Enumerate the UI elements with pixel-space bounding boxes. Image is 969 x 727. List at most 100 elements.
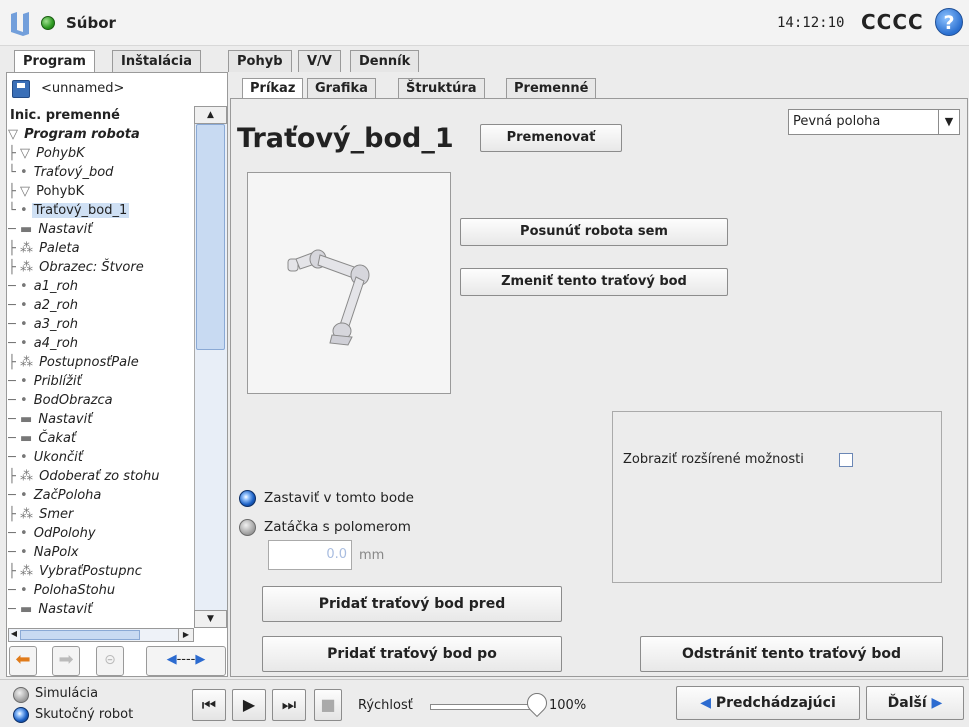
- scroll-right-icon[interactable]: ▶: [178, 628, 194, 642]
- next-button[interactable]: Ďalší ▶: [866, 686, 964, 720]
- tree-item[interactable]: ─ • NaPolx: [8, 544, 81, 562]
- tree-item[interactable]: ├ ⁂ Paleta: [8, 240, 82, 258]
- tree-item-label: Program robota: [24, 127, 140, 142]
- stop-icon[interactable]: ■: [314, 689, 342, 721]
- suppress-icon[interactable]: ⊝: [96, 646, 124, 676]
- scroll-left-icon[interactable]: ◀: [8, 628, 20, 642]
- change-waypoint-button[interactable]: Zmeniť tento traťový bod: [460, 268, 728, 296]
- tree-item-label: VybraťPostupnc: [39, 564, 142, 579]
- robot-name: CCCC: [861, 10, 924, 34]
- tree-item-label: PolohaStohu: [33, 583, 116, 598]
- tab-io[interactable]: V/V: [298, 50, 341, 72]
- tab-variables[interactable]: Premenné: [506, 78, 597, 99]
- move-robot-here-button[interactable]: Posunúť robota sem: [460, 218, 728, 246]
- tree-item-label: a2_roh: [33, 298, 79, 313]
- advanced-options-box: [612, 411, 942, 583]
- step-icon[interactable]: ⏭: [272, 689, 306, 721]
- tab-program[interactable]: Program: [14, 50, 95, 73]
- tree-item[interactable]: ─ ▬ Čakať: [8, 430, 78, 448]
- previous-button[interactable]: ◀ Predchádzajúci: [676, 686, 860, 720]
- tree-connector: ├ ▽: [8, 146, 35, 161]
- tree-item[interactable]: ├ ▽ PohybK: [8, 145, 87, 163]
- tree-item[interactable]: └ • Traťový_bod: [8, 164, 115, 182]
- program-name: <unnamed>: [41, 81, 125, 96]
- tree-item-label: PostupnosťPale: [39, 355, 139, 370]
- tab-graphics[interactable]: Grafika: [307, 78, 376, 99]
- tree-connector: └ •: [8, 165, 32, 180]
- robot-status-icon[interactable]: [41, 16, 55, 30]
- tree-item[interactable]: ─ • Priblížiť: [8, 373, 84, 391]
- tree-connector: ─ •: [8, 545, 32, 560]
- tree-item[interactable]: ─ ▬ Nastaviť: [8, 221, 94, 239]
- rename-button[interactable]: Premenovať: [480, 124, 622, 152]
- tree-item-label: Obrazec: Štvore: [39, 260, 144, 275]
- add-waypoint-after-button[interactable]: Pridať traťový bod po: [262, 636, 562, 672]
- help-icon[interactable]: ?: [935, 8, 963, 36]
- speed-slider[interactable]: [430, 704, 530, 710]
- position-type-select[interactable]: Pevná poloha: [788, 109, 960, 135]
- undo-icon[interactable]: ⬅: [9, 646, 37, 676]
- tree-connector: ─ ▬: [8, 412, 37, 427]
- skip-back-icon[interactable]: ⏮: [192, 689, 226, 721]
- scroll-down-icon[interactable]: ▼: [194, 610, 227, 628]
- tree-item-label: Nastaviť: [38, 412, 93, 427]
- tree-item[interactable]: ├ ⁂ Obrazec: Štvore: [8, 259, 146, 277]
- tree-item[interactable]: ─ ▬ Nastaviť: [8, 601, 94, 619]
- tree-item[interactable]: Inic. premenné: [8, 107, 122, 125]
- tab-structure[interactable]: Štruktúra: [398, 78, 485, 99]
- tree-item[interactable]: ├ ⁂ Smer: [8, 506, 75, 524]
- tree-hscroll-thumb[interactable]: [20, 630, 140, 640]
- real-robot-label: Skutočný robot: [35, 707, 134, 722]
- chevron-down-icon[interactable]: ▼: [938, 110, 959, 134]
- save-icon[interactable]: [12, 80, 30, 98]
- stop-at-point-radio[interactable]: [239, 490, 256, 507]
- tree-item-label: Priblížiť: [33, 374, 82, 389]
- blend-radius-radio[interactable]: [239, 519, 256, 536]
- blend-radius-input[interactable]: 0.0: [268, 540, 352, 570]
- ur-logo: [11, 12, 29, 36]
- play-icon[interactable]: ▶: [232, 689, 266, 721]
- tree-item-label: PohybK: [36, 146, 85, 161]
- tree-item[interactable]: ─ • a4_roh: [8, 335, 80, 353]
- speed-value: 100%: [549, 698, 587, 713]
- redo-icon[interactable]: ➡: [52, 646, 80, 676]
- tree-item[interactable]: ─ ▬ Nastaviť: [8, 411, 94, 429]
- tab-move[interactable]: Pohyb: [228, 50, 292, 72]
- tab-command[interactable]: Príkaz: [242, 78, 304, 99]
- tree-item[interactable]: ├ ⁂ VybraťPostupnc: [8, 563, 144, 581]
- scroll-up-icon[interactable]: ▲: [194, 106, 227, 124]
- tree-connector: ─ ▬: [8, 431, 37, 446]
- tree-item[interactable]: ▽ Program robota: [8, 126, 142, 144]
- tree-item[interactable]: ─ • a3_roh: [8, 316, 80, 334]
- real-robot-radio[interactable]: [13, 707, 29, 723]
- simulation-radio[interactable]: [13, 687, 29, 703]
- tree-item[interactable]: ├ ▽ PohybK: [8, 183, 86, 201]
- tree-item[interactable]: ├ ⁂ Odoberať zo stohu: [8, 468, 162, 486]
- tree-item[interactable]: ├ ⁂ PostupnosťPale: [8, 354, 141, 372]
- tree-connector: ─ ▬: [8, 602, 37, 617]
- advanced-options-checkbox[interactable]: [839, 453, 853, 467]
- tab-installation[interactable]: Inštalácia: [112, 50, 201, 72]
- tree-item[interactable]: ─ • PolohaStohu: [8, 582, 117, 600]
- robot-arm-image: [287, 249, 370, 346]
- tree-item[interactable]: ─ • OdPolohy: [8, 525, 98, 543]
- tree-item[interactable]: ─ • BodObrazca: [8, 392, 115, 410]
- tree-item[interactable]: ─ • a2_roh: [8, 297, 80, 315]
- tree-item-label: BodObrazca: [33, 393, 113, 408]
- arrow-left-icon: ◀: [700, 695, 716, 711]
- remove-waypoint-button[interactable]: Odstrániť tento traťový bod: [640, 636, 943, 672]
- tree-connector: ├ ⁂: [8, 260, 38, 275]
- tree-item-label: Inic. premenné: [10, 108, 120, 123]
- move-node-icon[interactable]: ◀----▶: [146, 646, 226, 676]
- stop-at-point-label: Zastaviť v tomto bode: [264, 490, 414, 506]
- tree-item[interactable]: └ • Traťový_bod_1: [8, 202, 130, 220]
- tree-scroll-thumb[interactable]: [196, 124, 225, 350]
- tree-item-label: a4_roh: [33, 336, 79, 351]
- add-waypoint-before-button[interactable]: Pridať traťový bod pred: [262, 586, 562, 622]
- tree-connector: ├ ⁂: [8, 241, 38, 256]
- tree-item[interactable]: ─ • a1_roh: [8, 278, 80, 296]
- tab-log[interactable]: Denník: [350, 50, 420, 72]
- file-menu[interactable]: Súbor: [66, 14, 116, 32]
- tree-item[interactable]: ─ • ZačPoloha: [8, 487, 103, 505]
- tree-item[interactable]: ─ • Ukončiť: [8, 449, 85, 467]
